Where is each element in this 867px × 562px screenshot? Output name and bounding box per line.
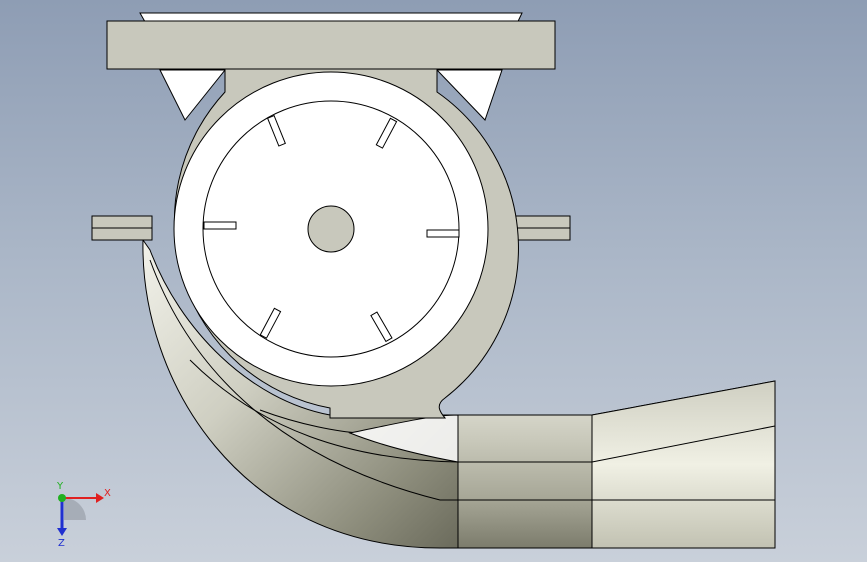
- y-axis-dot-icon: [58, 494, 66, 502]
- y-axis-label: Y: [56, 481, 64, 492]
- triad-shadow: [64, 498, 86, 520]
- outlet-cone: [591, 380, 776, 549]
- orientation-triad: X Y Z: [56, 481, 111, 549]
- cad-viewport[interactable]: [0, 0, 867, 562]
- x-axis-label: X: [104, 488, 111, 499]
- z-axis-arrow-icon: [57, 528, 67, 536]
- impeller-hub[interactable]: [307, 205, 355, 253]
- x-axis-arrow-icon: [96, 493, 104, 503]
- top-flange[interactable]: [106, 20, 556, 70]
- z-axis-label: Z: [58, 538, 65, 549]
